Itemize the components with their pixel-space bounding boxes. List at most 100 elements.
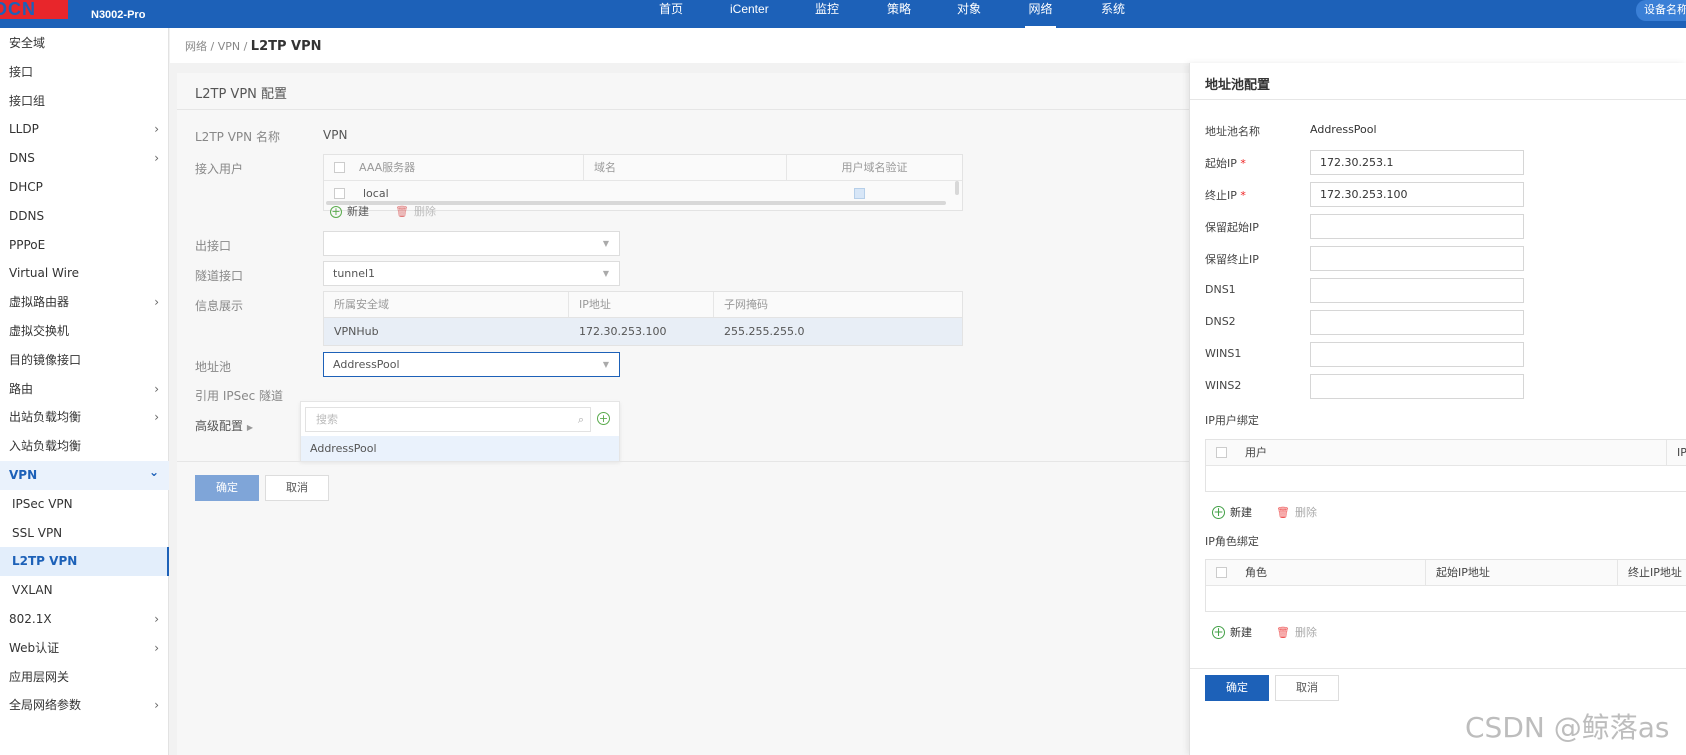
user-bind-delete-button[interactable]: 🗑 删除 <box>1276 504 1317 520</box>
ipsec-tunnel-label: 引用 IPSec 隧道 <box>195 389 284 403</box>
device-name-badge[interactable]: 设备名称 <box>1636 0 1686 21</box>
nav-system[interactable]: 系统 <box>1101 0 1125 28</box>
divider <box>1190 668 1686 669</box>
advanced-config-toggle[interactable]: 高级配置 ▶ <box>195 417 253 434</box>
vertical-scrollbar[interactable] <box>955 181 959 195</box>
sidebar-item-l2tp-vpn[interactable]: L2TP VPN <box>0 547 169 576</box>
breadcrumb-path[interactable]: 网络 / VPN / <box>185 40 251 53</box>
sidebar-item-ipsec-vpn[interactable]: IPSec VPN <box>0 490 169 519</box>
sidebar-item-interface[interactable]: 接口 <box>0 58 169 87</box>
users-new-button[interactable]: + 新建 <box>330 203 369 219</box>
reserved-start-ip-input[interactable] <box>1310 214 1524 239</box>
nav-object[interactable]: 对象 <box>957 0 981 28</box>
select-value: tunnel1 <box>333 267 376 280</box>
sidebar-item-alg[interactable]: 应用层网关 <box>0 663 169 692</box>
divider <box>1190 99 1686 100</box>
chevron-right-icon: › <box>154 122 159 136</box>
sidebar-item-virtual-router[interactable]: 虚拟路由器 › <box>0 288 169 317</box>
out-interface-select[interactable]: ▼ <box>323 231 620 256</box>
add-icon: + <box>1212 505 1225 519</box>
add-pool-icon[interactable]: + <box>597 412 610 425</box>
sidebar-item-label: 出站负载均衡 <box>9 410 82 424</box>
sidebar-item-dns[interactable]: DNS › <box>0 144 169 173</box>
sidebar-item-label: 接口 <box>9 65 34 79</box>
sidebar-item-vxlan[interactable]: VXLAN <box>0 576 169 605</box>
row-checkbox[interactable] <box>334 188 345 199</box>
dns2-input[interactable] <box>1310 310 1524 335</box>
chevron-right-icon: › <box>154 641 159 655</box>
out-interface-label: 出接口 <box>195 239 232 253</box>
drawer-cancel-button[interactable]: 取消 <box>1275 675 1339 701</box>
domain-verify-checkbox[interactable] <box>854 188 865 199</box>
sidebar-item-inbound-lb[interactable]: 入站负载均衡 <box>0 432 169 461</box>
column-header: 所属安全域 <box>324 292 569 317</box>
sidebar-item-virtual-switch[interactable]: 虚拟交换机 <box>0 317 169 346</box>
user-bind-new-button[interactable]: + 新建 <box>1212 504 1252 520</box>
sidebar-item-ddns[interactable]: DDNS <box>0 202 169 231</box>
dns1-label: DNS1 <box>1205 283 1236 296</box>
sidebar-item-virtual-wire[interactable]: Virtual Wire <box>0 259 169 288</box>
tunnel-interface-label: 隧道接口 <box>195 269 244 283</box>
users-delete-button[interactable]: 🗑 删除 <box>395 203 436 219</box>
sidebar-item-lldp[interactable]: LLDP › <box>0 115 169 144</box>
reserved-end-ip-input[interactable] <box>1310 246 1524 271</box>
nav-policy[interactable]: 策略 <box>887 0 911 28</box>
select-all-checkbox[interactable] <box>1216 567 1227 578</box>
ip-user-bind-label: IP用户绑定 <box>1205 414 1259 427</box>
sidebar-item-web-auth[interactable]: Web认证 › <box>0 634 169 663</box>
wins1-label: WINS1 <box>1205 347 1242 360</box>
watermark: CSDN @鲸落as <box>1465 711 1670 744</box>
sidebar-item-security-zone[interactable]: 安全域 <box>0 29 169 58</box>
sidebar-item-vpn[interactable]: VPN ⌄ <box>0 461 169 490</box>
column-header: IP地址 <box>569 292 714 317</box>
panel-title: L2TP VPN 配置 <box>195 87 288 102</box>
nav-network[interactable]: 网络 <box>1025 0 1056 28</box>
button-label: 删除 <box>413 205 436 218</box>
drawer-ok-button[interactable]: 确定 <box>1205 675 1269 701</box>
sidebar-item-outbound-lb[interactable]: 出站负载均衡 › <box>0 403 169 432</box>
add-icon: + <box>1212 625 1225 639</box>
sidebar-item-label: SSL VPN <box>12 526 63 540</box>
sidebar-item-dhcp[interactable]: DHCP <box>0 173 169 202</box>
start-ip-input[interactable]: 172.30.253.1 <box>1310 150 1524 175</box>
end-ip-input[interactable]: 172.30.253.100 <box>1310 182 1524 207</box>
vpn-name-value: VPN <box>323 128 348 142</box>
sidebar-item-label: 虚拟路由器 <box>9 295 70 309</box>
reserved-start-ip-label: 保留起始IP <box>1205 221 1259 234</box>
pool-name-value: AddressPool <box>1310 123 1377 136</box>
select-all-checkbox[interactable] <box>334 162 345 173</box>
button-label: 删除 <box>1294 626 1317 639</box>
wins1-input[interactable] <box>1310 342 1524 367</box>
column-header: 终止IP地址 <box>1628 566 1682 579</box>
sidebar-item-mirror-interface[interactable]: 目的镜像接口 <box>0 346 169 375</box>
sidebar-item-8021x[interactable]: 802.1X › <box>0 605 169 634</box>
info-table: 所属安全域 IP地址 子网掩码 VPNHub 172.30.253.100 25… <box>323 291 963 346</box>
nav-home[interactable]: 首页 <box>659 0 683 28</box>
column-header: 子网掩码 <box>724 298 768 311</box>
select-all-checkbox[interactable] <box>1216 447 1227 458</box>
device-model: N3002-Pro <box>91 9 146 21</box>
role-bind-delete-button[interactable]: 🗑 删除 <box>1276 624 1317 640</box>
dns1-input[interactable] <box>1310 278 1524 303</box>
sidebar-item-label: VPN <box>9 468 38 482</box>
sidebar-item-pppoe[interactable]: PPPoE <box>0 231 169 260</box>
wins2-input[interactable] <box>1310 374 1524 399</box>
dropdown-option[interactable]: AddressPool <box>301 436 619 461</box>
address-pool-select[interactable]: AddressPool ▼ <box>323 352 620 377</box>
nav-icenter[interactable]: iCenter <box>730 0 769 28</box>
sidebar-item-label: VXLAN <box>12 583 53 597</box>
trash-icon: 🗑 <box>1276 626 1290 639</box>
role-bind-new-button[interactable]: + 新建 <box>1212 624 1252 640</box>
dropdown-search-input[interactable]: 搜索 ⌕ <box>305 407 591 432</box>
tunnel-interface-select[interactable]: tunnel1 ▼ <box>323 261 620 286</box>
sidebar-item-ssl-vpn[interactable]: SSL VPN <box>0 519 169 548</box>
sidebar-item-routing[interactable]: 路由 › <box>0 375 169 404</box>
address-pool-dropdown: 搜索 ⌕ + AddressPool <box>300 401 620 461</box>
caret-right-icon: ▶ <box>246 423 253 432</box>
sidebar-item-global-params[interactable]: 全局网络参数 › <box>0 691 169 720</box>
nav-monitor[interactable]: 监控 <box>815 0 839 28</box>
sidebar-item-interface-group[interactable]: 接口组 <box>0 87 169 116</box>
ok-button[interactable]: 确定 <box>195 475 259 501</box>
sidebar-item-label: DDNS <box>9 209 45 223</box>
cancel-button[interactable]: 取消 <box>265 475 329 501</box>
